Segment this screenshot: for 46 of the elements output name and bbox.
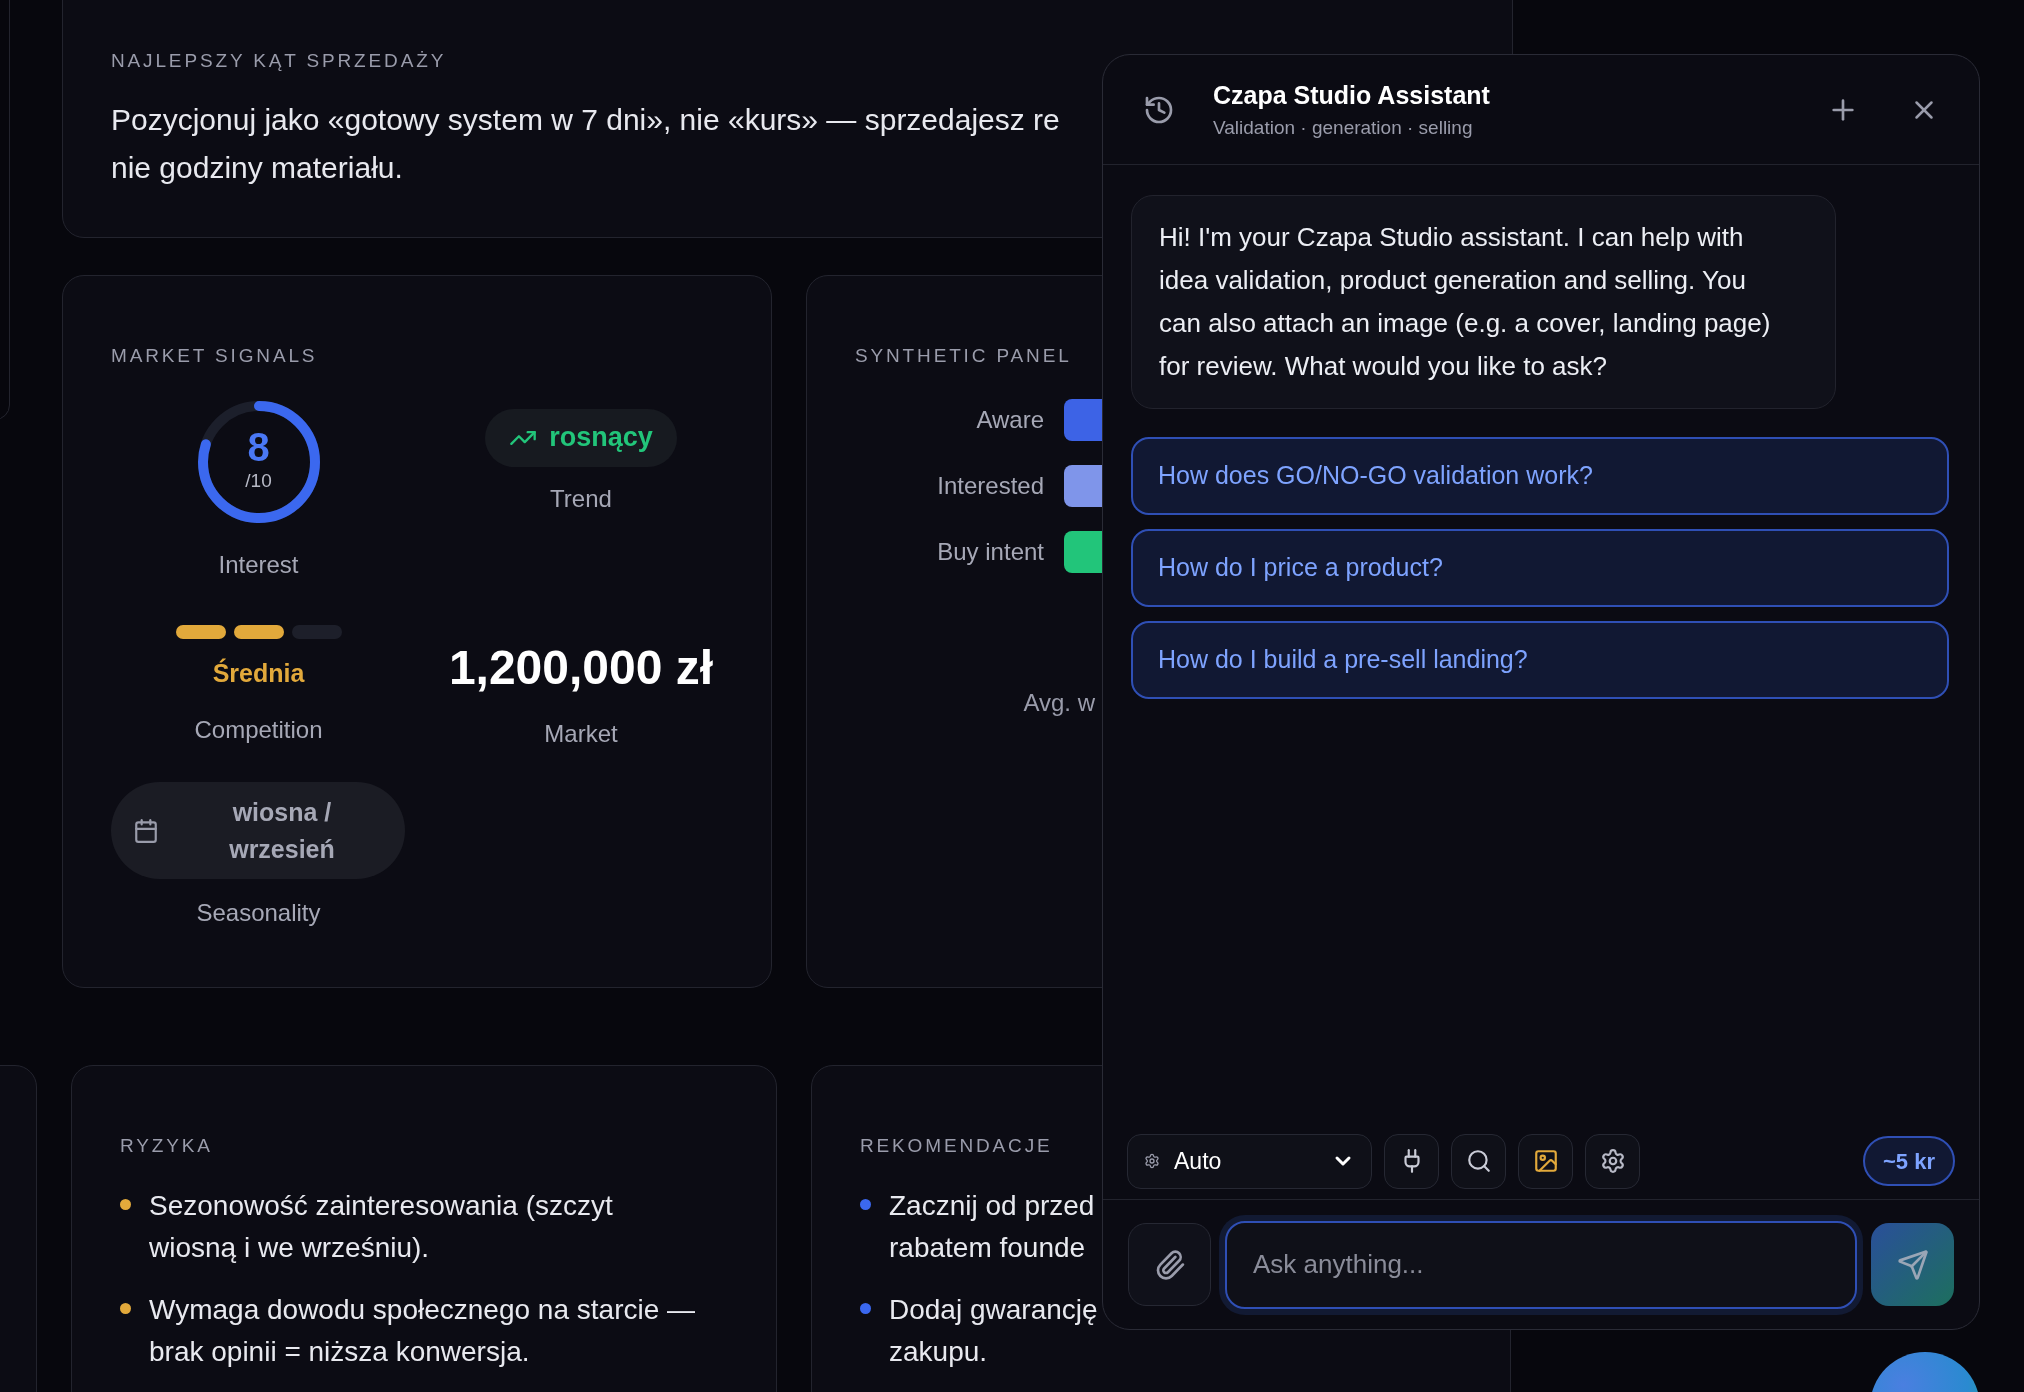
funnel-label: Buy intent <box>937 536 1044 567</box>
attach-button[interactable] <box>1128 1223 1211 1306</box>
market-label: Market <box>544 718 618 749</box>
selling-angle-text: Pozycjonuj jako «gotowy system w 7 dni», nie «kurs» — sprzedajesz re nie godziny materiału. <box>111 101 1060 186</box>
recommendation-item: Zacznij od przed rabatem founde <box>889 1188 1095 1265</box>
gear-icon <box>1144 1153 1160 1169</box>
recommendation-item: Dodaj gwarancję zakupu. <box>889 1292 1098 1369</box>
competition-label: Competition <box>194 715 323 745</box>
assistant-subtitle: Validation · generation · selling <box>1213 116 1474 140</box>
assistant-title: Czapa Studio Assistant <box>1213 79 1490 111</box>
section-label: REKOMENDACJE <box>860 1134 1053 1158</box>
seasonality-label: Seasonality <box>196 898 321 928</box>
search-button[interactable] <box>1451 1133 1506 1189</box>
calendar-icon <box>133 817 159 844</box>
risk-item: Wymaga dowodu społecznego na starcie — brak opinii = niższa konwersja. <box>149 1292 697 1369</box>
trend-label: Trend <box>550 483 612 514</box>
trend-pill: rosnący <box>485 408 677 467</box>
send-icon <box>1896 1248 1929 1281</box>
section-label: MARKET SIGNALS <box>111 344 318 368</box>
settings-button[interactable] <box>1585 1133 1640 1189</box>
section-label: RYZYKA <box>120 1134 213 1158</box>
magnifier-icon <box>1465 1148 1492 1174</box>
plug-button[interactable] <box>1384 1133 1439 1189</box>
funnel-label: Interested <box>937 470 1044 501</box>
mode-select[interactable]: Auto <box>1127 1133 1372 1189</box>
suggestion-button[interactable]: How do I price a product? <box>1131 529 1949 607</box>
suggestion-button[interactable]: How does GO/NO-GO validation work? <box>1131 437 1949 515</box>
section-label: NAJLEPSZY KĄT SPRZEDAŻY <box>111 49 447 73</box>
suggestion-button[interactable]: How do I build a pre-sell landing? <box>1131 621 1949 699</box>
score-scale: /10 <box>245 469 272 494</box>
gear-icon <box>1599 1148 1626 1174</box>
interest-label: Interest <box>218 549 299 580</box>
funnel-label: Aware <box>976 404 1044 435</box>
market-value: 1,200,000 zł <box>448 639 714 696</box>
risk-item: Sezonowość zainteresowania (szczyt wiosną i we wrześniu). <box>149 1188 614 1265</box>
competition-value: Średnia <box>212 657 305 689</box>
send-button[interactable] <box>1871 1223 1954 1306</box>
interest-score: 8 <box>247 427 270 468</box>
section-label: SYNTHETIC PANEL <box>855 344 1072 368</box>
credits-badge: ~5 kr <box>1863 1136 1955 1186</box>
seasonality-value: wiosna / wrzesień <box>228 796 336 865</box>
image-button[interactable] <box>1518 1133 1573 1189</box>
assistant-message: Hi! I'm your Czapa Studio assistant. I can help with idea validation, product generation and selling. You can also attach an image (e.g. a cover, landing page) for review. What would you like to ask? <box>1131 195 1836 409</box>
image-icon <box>1532 1148 1559 1174</box>
message-input[interactable]: Ask anything... <box>1225 1220 1857 1309</box>
average-label: Avg. w <box>1023 687 1095 718</box>
